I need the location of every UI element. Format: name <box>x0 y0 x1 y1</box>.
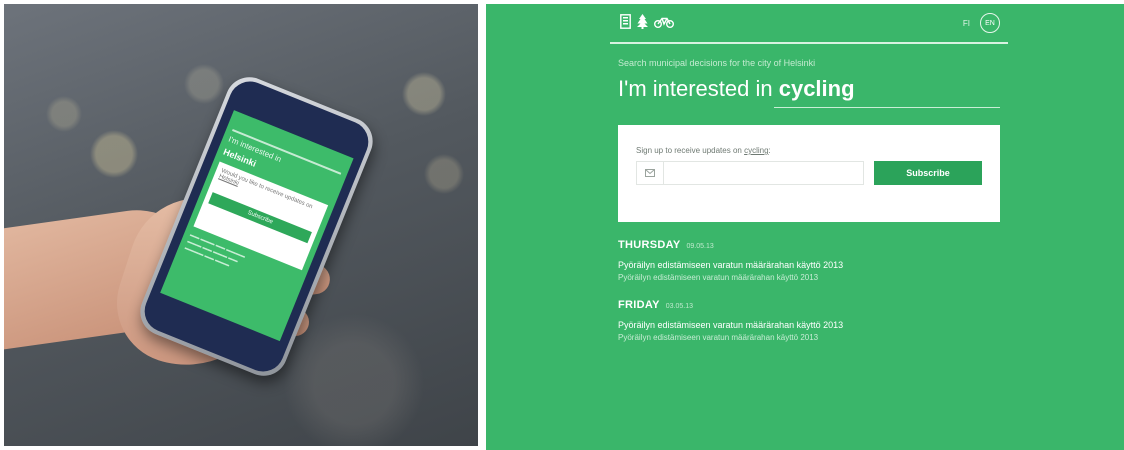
phone-screen: I'm interested in Helsinki Would you lik… <box>160 110 354 342</box>
headline-keyword[interactable]: cycling <box>779 76 855 101</box>
page-headline: I'm interested in cycling <box>618 76 855 102</box>
email-field-wrapper <box>636 161 864 185</box>
envelope-icon <box>645 169 655 177</box>
photo-hand-with-phone: I'm interested in Helsinki Would you lik… <box>4 4 478 446</box>
signup-label-suffix: : <box>768 146 771 155</box>
day-heading: THURSDAY 09.05.13 <box>618 239 843 251</box>
website-screen: FI EN Search municipal decisions for the… <box>486 4 1124 450</box>
tagline: Search municipal decisions for the city … <box>618 58 816 68</box>
decision-title-link[interactable]: Pyöräilyn edistämiseen varatun määräraha… <box>618 260 843 270</box>
signup-label: Sign up to receive updates on cycling: <box>636 146 771 155</box>
email-icon-cell <box>637 162 664 184</box>
decision-subtitle: Pyöräilyn edistämiseen varatun määräraha… <box>618 333 819 342</box>
day-heading: FRIDAY 03.05.13 <box>618 299 843 311</box>
decision-day-group: THURSDAY 09.05.13 Pyöräilyn edistämiseen… <box>618 239 843 282</box>
tree-icon <box>637 14 648 29</box>
lang-en-button[interactable]: EN <box>980 13 1000 33</box>
headline-prefix: I'm interested in <box>618 76 779 101</box>
signup-topic: cycling <box>744 146 769 155</box>
signup-label-prefix: Sign up to receive updates on <box>636 146 745 155</box>
email-input[interactable] <box>664 162 862 184</box>
decision-title-link[interactable]: Pyöräilyn edistämiseen varatun määräraha… <box>618 320 843 330</box>
building-icon <box>620 14 631 29</box>
decision-day-group: FRIDAY 03.05.13 Pyöräilyn edistämiseen v… <box>618 299 843 342</box>
day-date: 09.05.13 <box>686 243 714 250</box>
decision-subtitle: Pyöräilyn edistämiseen varatun määräraha… <box>618 273 819 282</box>
subscribe-button[interactable]: Subscribe <box>874 161 982 185</box>
phone-bezel: I'm interested in Helsinki Would you lik… <box>138 75 375 378</box>
day-name: THURSDAY <box>618 239 681 251</box>
lang-fi-link[interactable]: FI <box>963 19 970 28</box>
day-name: FRIDAY <box>618 299 660 311</box>
language-switcher: FI EN <box>963 13 1000 33</box>
keyword-underline <box>774 107 1000 108</box>
top-bar: FI EN <box>610 4 1008 44</box>
bicycle-icon <box>654 17 674 28</box>
logo-icons[interactable] <box>620 14 674 29</box>
signup-card: Sign up to receive updates on cycling: S… <box>618 125 1000 222</box>
day-date: 03.05.13 <box>665 303 693 310</box>
